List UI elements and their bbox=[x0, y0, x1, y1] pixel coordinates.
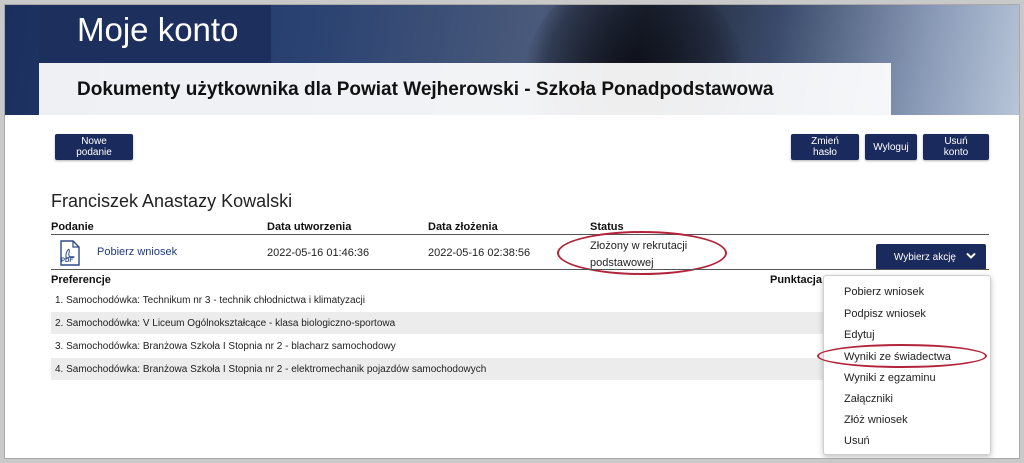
preference-row: 3. Samochodówka: Branżowa Szkoła I Stopn… bbox=[55, 340, 396, 352]
delete-account-button[interactable]: Usuń konto bbox=[923, 134, 989, 160]
chevron-down-icon bbox=[966, 252, 976, 263]
preference-row: 1. Samochodówka: Technikum nr 3 - techni… bbox=[55, 294, 365, 306]
new-application-button[interactable]: Nowe podanie bbox=[55, 134, 133, 160]
choose-action-label: Wybierz akcję bbox=[893, 251, 956, 263]
table-header-divider bbox=[51, 234, 989, 235]
created-date: 2022-05-16 01:46:36 bbox=[267, 247, 370, 259]
preference-row: 2. Samochodówka: V Liceum Ogólnokształcą… bbox=[51, 312, 831, 334]
choose-action-button[interactable]: Wybierz akcję bbox=[876, 244, 986, 270]
column-header-created: Data utworzenia bbox=[267, 221, 352, 233]
preferences-header: Preferencje bbox=[51, 274, 111, 286]
menu-item-sign[interactable]: Podpisz wniosek bbox=[844, 308, 926, 320]
change-password-button[interactable]: Zmień hasło bbox=[791, 134, 859, 160]
table-row-divider bbox=[51, 269, 989, 270]
preference-row: 4. Samochodówka: Branżowa Szkoła I Stopn… bbox=[51, 358, 831, 380]
score-header: Punktacja bbox=[770, 274, 822, 286]
menu-item-delete[interactable]: Usuń bbox=[844, 435, 870, 447]
pdf-label: PDF bbox=[61, 258, 73, 264]
menu-item-attachments[interactable]: Załączniki bbox=[844, 393, 893, 405]
logout-button[interactable]: Wyloguj bbox=[865, 134, 917, 160]
menu-item-edit[interactable]: Edytuj bbox=[844, 329, 875, 341]
page-subtitle: Dokumenty użytkownika dla Powiat Wejhero… bbox=[77, 79, 774, 100]
download-application-link[interactable]: Pobierz wniosek bbox=[97, 246, 177, 258]
column-header-application: Podanie bbox=[51, 221, 94, 233]
user-name: Franciszek Anastazy Kowalski bbox=[51, 191, 293, 211]
submitted-date: 2022-05-16 02:38:56 bbox=[428, 247, 531, 259]
column-header-submitted: Data złożenia bbox=[428, 221, 498, 233]
menu-item-exam-results[interactable]: Wyniki z egzaminu bbox=[844, 372, 936, 384]
menu-item-submit[interactable]: Złóż wniosek bbox=[844, 414, 908, 426]
page-title: Moje konto bbox=[77, 11, 239, 48]
page-frame: Moje konto Dokumenty użytkownika dla Pow… bbox=[4, 4, 1020, 459]
menu-highlight-oval bbox=[817, 344, 987, 368]
menu-item-download[interactable]: Pobierz wniosek bbox=[844, 286, 924, 298]
